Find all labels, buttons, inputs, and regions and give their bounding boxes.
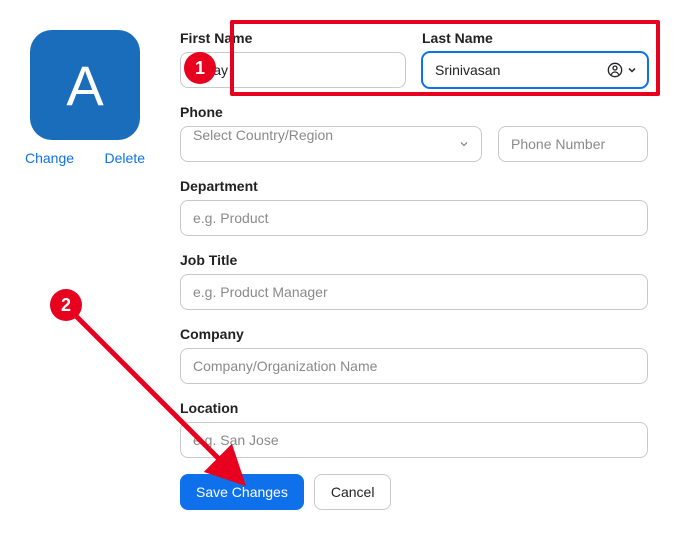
company-label: Company — [180, 326, 648, 342]
location-input[interactable] — [180, 422, 648, 458]
annotation-step-2: 2 — [50, 289, 82, 321]
country-select-placeholder: Select Country/Region — [193, 127, 333, 143]
phone-label: Phone — [180, 104, 648, 120]
company-input[interactable] — [180, 348, 648, 384]
last-name-label: Last Name — [422, 30, 648, 46]
first-name-label: First Name — [180, 30, 406, 46]
job-title-input[interactable] — [180, 274, 648, 310]
avatar-initial: A — [66, 53, 103, 118]
change-avatar-link[interactable]: Change — [25, 150, 74, 166]
location-label: Location — [180, 400, 648, 416]
job-title-label: Job Title — [180, 252, 648, 268]
cancel-button[interactable]: Cancel — [314, 474, 392, 510]
annotation-step-1: 1 — [184, 52, 216, 84]
save-button[interactable]: Save Changes — [180, 474, 304, 510]
country-select[interactable]: Select Country/Region — [180, 126, 482, 162]
phone-number-input[interactable] — [498, 126, 648, 162]
chevron-down-icon — [458, 138, 470, 150]
chevron-down-icon[interactable] — [626, 64, 638, 76]
delete-avatar-link[interactable]: Delete — [105, 150, 145, 166]
avatar[interactable]: A — [30, 30, 140, 140]
department-input[interactable] — [180, 200, 648, 236]
department-label: Department — [180, 178, 648, 194]
contact-icon — [607, 62, 623, 78]
